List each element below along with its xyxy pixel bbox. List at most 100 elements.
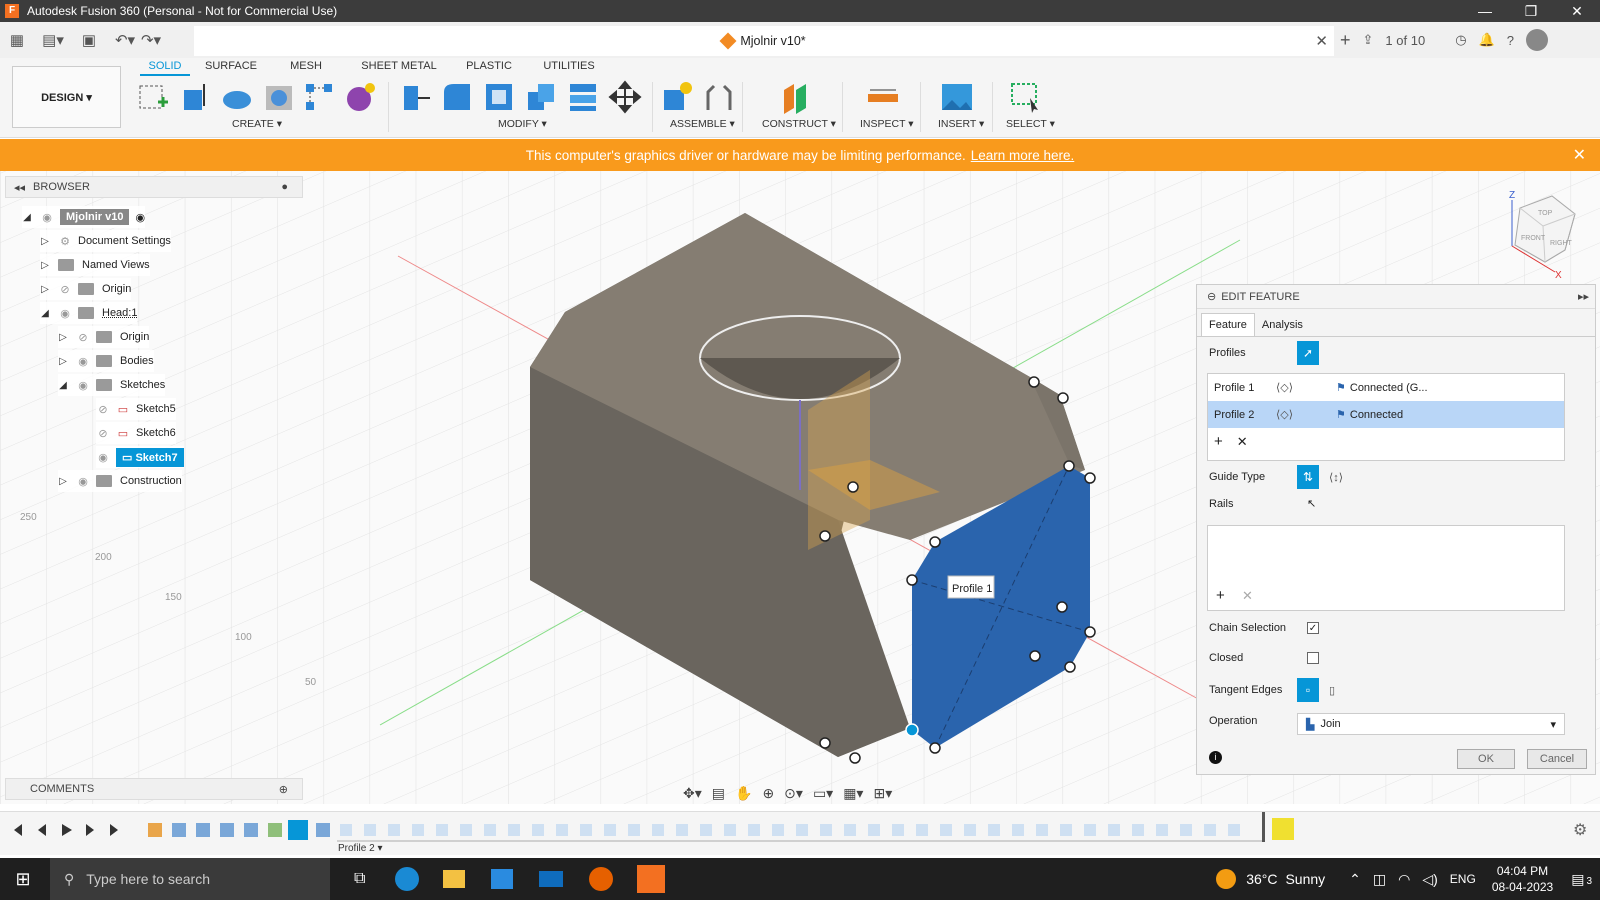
close-window-button[interactable]: ✕ — [1554, 3, 1600, 20]
timeline-strip[interactable]: ⚙ — [0, 812, 1600, 856]
remove-profile-icon[interactable]: ✕ — [1237, 434, 1248, 450]
collapse-browser-icon[interactable]: ◂◂ — [14, 181, 25, 194]
close-banner-icon[interactable]: ✕ — [1573, 145, 1586, 165]
expand-icon[interactable]: ▷ — [40, 284, 50, 295]
collapse-icon[interactable]: ◢ — [40, 308, 50, 319]
restore-button[interactable]: ❐ — [1508, 3, 1554, 20]
go-to-start-icon[interactable] — [12, 824, 22, 836]
tree-item-document-settings[interactable]: ▷ ⚙ Document Settings — [40, 230, 171, 252]
tangent-edges-keep-icon[interactable]: ▯ — [1329, 684, 1335, 697]
windows-start-icon[interactable]: ⊞ — [0, 869, 46, 890]
tab-solid[interactable]: SOLID — [140, 58, 190, 76]
tree-root[interactable]: ◢ ◉ Mjolnir v10 ◉ — [22, 206, 146, 228]
group-create[interactable]: CREATE ▾ — [232, 118, 282, 130]
design-workspace-button[interactable]: DESIGN ▾ — [12, 66, 121, 128]
expand-icon[interactable]: ▷ — [40, 236, 50, 247]
visibility-icon[interactable]: ◉ — [76, 355, 90, 368]
connected-icon[interactable]: ⚑ — [1336, 381, 1346, 394]
grid-menu-icon[interactable]: ▦ — [4, 27, 30, 53]
extrude-icon[interactable] — [178, 80, 212, 114]
comments-header[interactable]: COMMENTS ⊕ — [5, 778, 303, 800]
expand-icon[interactable]: ▷ — [58, 356, 68, 367]
ok-button[interactable]: OK — [1457, 749, 1515, 769]
add-rail-icon[interactable]: + — [1216, 587, 1225, 604]
minimize-button[interactable]: — — [1462, 3, 1508, 20]
visibility-icon[interactable]: ◉ — [96, 451, 110, 464]
edge-icon[interactable] — [395, 867, 420, 891]
document-tab[interactable]: Mjolnir v10* ✕ — [194, 26, 1334, 56]
activate-radio-icon[interactable]: ◉ — [135, 211, 145, 224]
language-indicator[interactable]: ENG — [1450, 872, 1476, 886]
timeline-features-future[interactable] — [340, 824, 1240, 836]
redo-icon[interactable]: ↷▾ — [138, 27, 164, 53]
closed-checkbox[interactable] — [1307, 652, 1319, 664]
shell-icon[interactable] — [482, 80, 516, 114]
measure-icon[interactable] — [866, 80, 900, 114]
cancel-button[interactable]: Cancel — [1527, 749, 1587, 769]
tangent-edges-merge-icon[interactable]: ▫ — [1297, 678, 1319, 702]
tree-item-sketch7[interactable]: ◉ ▭ Sketch7 — [96, 446, 184, 468]
chain-selection-checkbox[interactable]: ✓ — [1307, 622, 1319, 634]
timeline-marker[interactable] — [1262, 812, 1265, 842]
timeline-move-icon[interactable] — [1272, 818, 1294, 840]
notifications-icon[interactable]: 🔔 — [1479, 32, 1495, 48]
visibility-off-icon[interactable]: ⊘ — [76, 331, 90, 344]
panel-header[interactable]: ⊖ EDIT FEATURE ▸▸ — [1197, 285, 1595, 309]
profile-avatar[interactable] — [1525, 29, 1548, 51]
tab-mesh[interactable]: MESH — [276, 58, 336, 76]
save-icon[interactable]: ▣ — [76, 27, 102, 53]
rails-cursor-icon[interactable]: ↖ — [1307, 497, 1316, 510]
collapse-icon[interactable]: ◢ — [22, 212, 32, 223]
tab-feature[interactable]: Feature — [1201, 313, 1255, 336]
timeline-settings-icon[interactable]: ⚙ — [1573, 822, 1587, 839]
tray-chevron-icon[interactable]: ⌃ — [1349, 871, 1361, 888]
task-view-icon[interactable]: ⧉ — [354, 870, 365, 888]
profiles-select-button[interactable]: ➚ — [1297, 341, 1319, 365]
job-status-icon[interactable]: ◷ — [1455, 32, 1466, 48]
version-count[interactable]: 1 of 10 — [1385, 33, 1425, 48]
create-sketch-icon[interactable] — [136, 80, 170, 114]
play-icon[interactable] — [62, 824, 72, 836]
fusion-taskbar-icon[interactable] — [637, 865, 666, 893]
taskbar-search[interactable]: ⚲ Type here to search — [50, 858, 330, 900]
press-pull-icon[interactable] — [398, 80, 432, 114]
profile-row-1[interactable]: Profile 1 ⟨◇⟩ ⚑ Connected (G... — [1208, 374, 1564, 401]
group-select[interactable]: SELECT ▾ — [1006, 118, 1055, 130]
tree-item-head[interactable]: ◢ ◉ Head:1 — [40, 302, 138, 324]
tree-item-sketch5[interactable]: ⊘ ▭ Sketch5 — [96, 398, 176, 420]
go-to-end-icon[interactable] — [110, 824, 120, 836]
tree-item-origin[interactable]: ▷ ⊘ Origin — [40, 278, 132, 300]
weather-condition[interactable]: Sunny — [1285, 871, 1325, 887]
add-profile-icon[interactable]: + — [1214, 433, 1223, 450]
connected-icon[interactable]: ⚑ — [1336, 408, 1346, 421]
info-icon[interactable]: i — [1209, 751, 1222, 764]
fit-icon[interactable]: ⊙▾ — [784, 785, 803, 802]
revolve-icon[interactable] — [220, 80, 254, 114]
browser-header[interactable]: ◂◂ BROWSER ● — [5, 176, 303, 198]
group-inspect[interactable]: INSPECT ▾ — [860, 118, 914, 130]
add-comment-icon[interactable]: ⊕ — [279, 783, 288, 796]
tree-item-construction[interactable]: ▷ ◉ Construction — [58, 470, 182, 492]
expand-icon[interactable]: ▷ — [58, 476, 68, 487]
guide-rails-icon[interactable]: ⇅ — [1297, 465, 1319, 489]
select-window-icon[interactable] — [1008, 80, 1042, 114]
new-component-icon[interactable] — [660, 80, 694, 114]
profile-continuity-icon[interactable]: ⟨◇⟩ — [1276, 408, 1336, 421]
group-insert[interactable]: INSERT ▾ — [938, 118, 984, 130]
offset-face-icon[interactable] — [566, 80, 600, 114]
expand-icon[interactable]: ▷ — [40, 260, 50, 271]
visibility-icon[interactable]: ◉ — [76, 475, 90, 488]
collapse-icon[interactable]: ◢ — [58, 380, 68, 391]
fillet-icon[interactable] — [440, 80, 474, 114]
firefox-icon[interactable] — [589, 867, 614, 891]
file-menu-icon[interactable]: ▤▾ — [40, 27, 66, 53]
mail-icon[interactable] — [539, 871, 564, 887]
step-back-icon[interactable] — [38, 824, 46, 836]
new-tab-icon[interactable]: + — [1340, 30, 1351, 51]
profile-row-2[interactable]: Profile 2 ⟨◇⟩ ⚑ Connected — [1208, 401, 1564, 428]
group-assemble[interactable]: ASSEMBLE ▾ — [670, 118, 735, 130]
offset-plane-icon[interactable] — [778, 80, 812, 114]
step-forward-icon[interactable] — [86, 824, 94, 836]
tree-item-sketch6[interactable]: ⊘ ▭ Sketch6 — [96, 422, 176, 444]
remove-rail-icon[interactable]: ✕ — [1242, 588, 1253, 604]
